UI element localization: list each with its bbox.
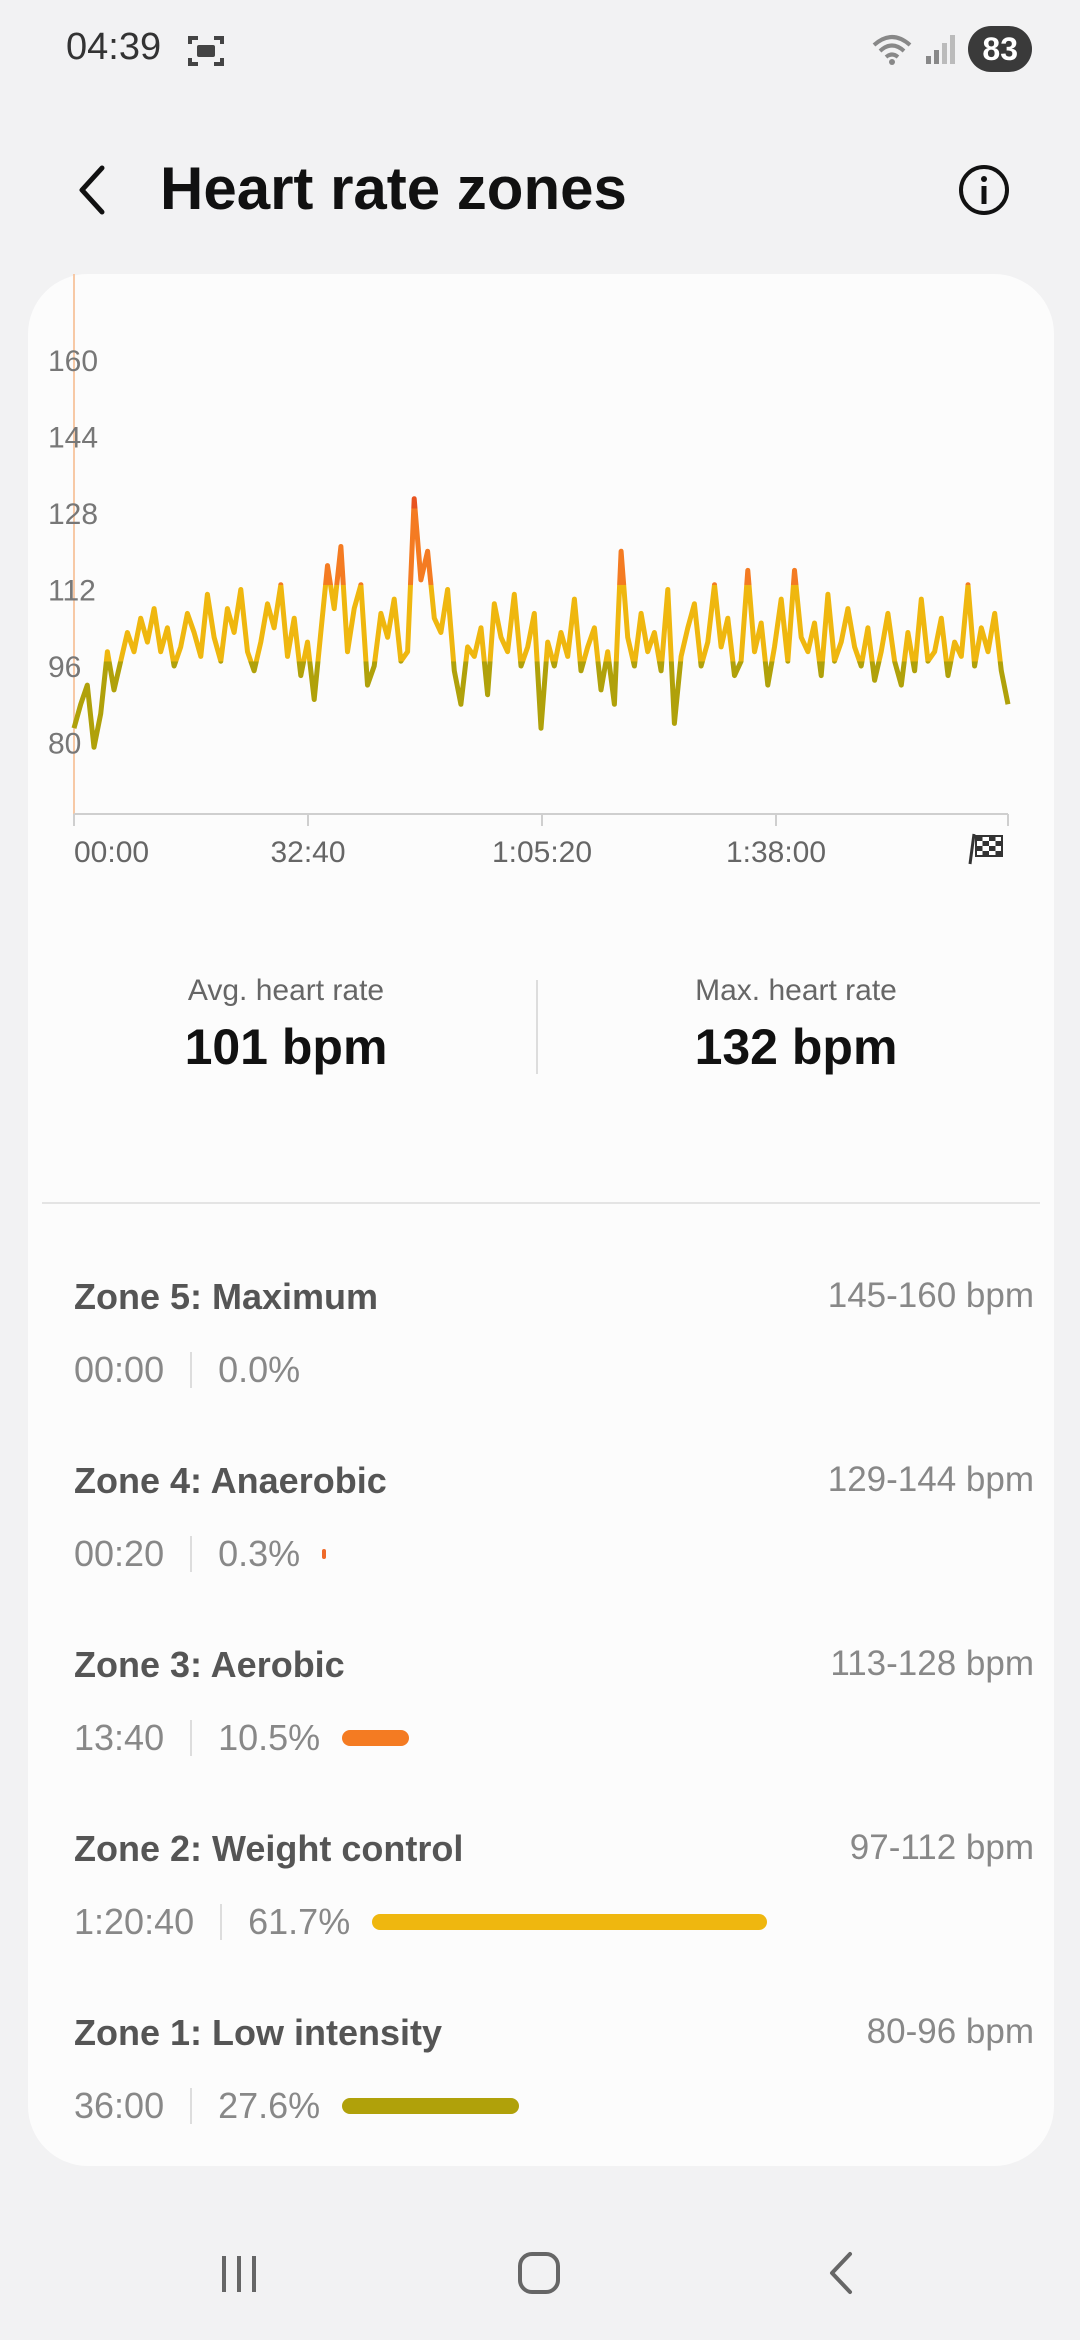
- zone-stats-row: 1:20:40 61.7%: [74, 1898, 768, 1946]
- zone-progress-bar: [322, 1549, 327, 1559]
- y-tick-label: 160: [48, 345, 98, 378]
- zone-item: Zone 4: Anaerobic 129-144 bpm 00:20 0.3%: [74, 1460, 1034, 1610]
- zone-separator: [190, 1720, 193, 1756]
- zone-progress-bar: [342, 1730, 410, 1746]
- recent-apps-icon[interactable]: [214, 2248, 264, 2298]
- zone-stats-row: 13:40 10.5%: [74, 1714, 410, 1762]
- heart-rate-series-line: [71, 496, 1011, 750]
- wifi-icon: [873, 35, 912, 65]
- card-divider: [42, 1202, 1040, 1204]
- stats-divider: [536, 980, 538, 1074]
- zone-time: 13:40: [74, 1717, 165, 1758]
- zone-item: Zone 1: Low intensity 80-96 bpm 36:00 27.6%: [74, 2012, 1034, 2162]
- x-tick-label: 32:40: [270, 836, 345, 869]
- zone-name: Zone 1: Low intensity: [74, 2012, 443, 2053]
- back-arrow-icon: [79, 165, 105, 215]
- zone-time: 1:20:40: [74, 1901, 195, 1942]
- heart-rate-chart[interactable]: 160 144 128 112 96 80 00:00 32:40 1:05:20 1:38:0…: [28, 274, 1054, 894]
- screenshot-icon: [188, 36, 224, 66]
- zone-name: Zone 5: Maximum: [74, 1276, 379, 1317]
- zone-range: 113-128 bpm: [830, 1644, 1034, 1683]
- navigation-bar: [0, 2210, 1080, 2340]
- zone-separator: [190, 1536, 193, 1572]
- y-tick-label: 144: [48, 422, 98, 455]
- app-header: Heart rate zones: [0, 140, 1080, 240]
- info-icon: [959, 165, 1009, 215]
- zone-percent: 0.3%: [218, 1533, 301, 1574]
- max-heart-rate-label: Max. heart rate: [695, 974, 897, 1007]
- zone-item: Zone 2: Weight control 97-112 bpm 1:20:40 6…: [74, 1828, 1034, 1978]
- y-tick-label: 112: [48, 575, 96, 608]
- avg-heart-rate-value: 101 bpm: [184, 1019, 388, 1075]
- status-time: 04:39: [66, 26, 162, 68]
- heart-rate-stats: Avg. heart rate 101 bpm Max. heart rate …: [28, 974, 1054, 1134]
- zone-range: 145-160 bpm: [827, 1276, 1034, 1315]
- zone-percent: 0.0%: [218, 1349, 301, 1390]
- y-tick-label: 96: [48, 651, 81, 684]
- zone-range: 97-112 bpm: [849, 1828, 1034, 1867]
- zone-range: 80-96 bpm: [866, 2012, 1034, 2051]
- zone-stats-row: 00:00 0.0%: [74, 1346, 300, 1394]
- heart-rate-card: 160 144 128 112 96 80 00:00 32:40 1:05:20 1:38:0…: [28, 274, 1054, 2166]
- y-tick-label: 80: [48, 728, 81, 761]
- status-right: 83: [870, 26, 1032, 72]
- zone-time: 36:00: [74, 2085, 165, 2126]
- zone-percent: 10.5%: [218, 1717, 321, 1758]
- zone-name: Zone 3: Aerobic: [74, 1644, 345, 1685]
- zone-range: 129-144 bpm: [827, 1460, 1034, 1499]
- max-heart-rate: Max. heart rate 132 bpm: [546, 974, 1046, 1076]
- back-icon[interactable]: [818, 2248, 868, 2298]
- zone-percent: 27.6%: [218, 2085, 321, 2126]
- page-title: Heart rate zones: [160, 155, 627, 222]
- x-tick-label: 1:05:20: [492, 836, 592, 869]
- x-tick-label: 1:38:00: [726, 836, 826, 869]
- signal-icon: [926, 35, 956, 64]
- zone-separator: [220, 1904, 223, 1940]
- zone-name: Zone 2: Weight control: [74, 1828, 464, 1869]
- zone-stats-row: 36:00 27.6%: [74, 2082, 519, 2130]
- status-bar: 04:39 83: [0, 0, 1080, 100]
- zone-percent: 61.7%: [248, 1901, 351, 1942]
- zone-progress-bar: [342, 2098, 519, 2114]
- zone-name: Zone 4: Anaerobic: [74, 1460, 387, 1501]
- home-icon[interactable]: [514, 2248, 564, 2298]
- zone-item: Zone 5: Maximum 145-160 bpm 00:00 0.0%: [74, 1276, 1034, 1426]
- zone-item: Zone 3: Aerobic 113-128 bpm 13:40 10.5%: [74, 1644, 1034, 1794]
- zone-separator: [190, 2088, 193, 2124]
- zone-stats-row: 00:20 0.3%: [74, 1530, 327, 1578]
- y-tick-label: 128: [48, 498, 98, 531]
- avg-heart-rate-label: Avg. heart rate: [187, 974, 385, 1007]
- zone-time: 00:00: [74, 1349, 165, 1390]
- battery-level: 83: [968, 26, 1032, 72]
- zone-time: 00:20: [74, 1533, 165, 1574]
- back-button[interactable]: [68, 158, 124, 222]
- avg-heart-rate: Avg. heart rate 101 bpm: [36, 974, 536, 1076]
- max-heart-rate-value: 132 bpm: [694, 1019, 898, 1075]
- x-tick-label: 00:00: [74, 836, 149, 869]
- zone-progress-bar: [372, 1914, 768, 1930]
- info-button[interactable]: [956, 162, 1012, 218]
- zone-separator: [190, 1352, 193, 1388]
- finish-flag-icon: [968, 833, 1003, 865]
